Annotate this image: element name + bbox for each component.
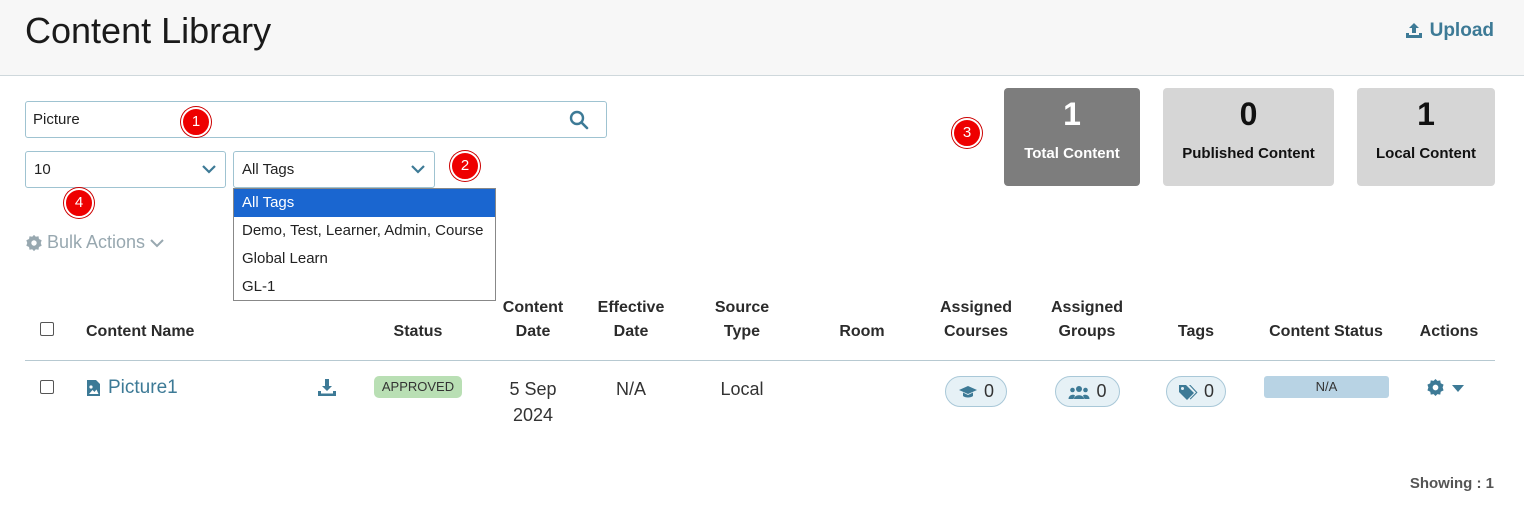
header-room[interactable]: Room	[822, 320, 902, 344]
header-content-status[interactable]: Content Status	[1256, 320, 1396, 344]
header-actions: Actions	[1419, 323, 1479, 340]
header-content-date-line1: Content	[502, 299, 564, 316]
header-effective-date-line2: Date	[613, 323, 649, 340]
search-icon[interactable]	[569, 110, 589, 130]
chevron-down-icon	[411, 165, 425, 174]
page-size-value: 10	[34, 161, 51, 178]
total-content-count: 1	[1063, 96, 1081, 132]
users-icon	[1068, 385, 1090, 399]
page-header: Content Library Upload	[0, 0, 1524, 76]
content-date-cell: 5 Sep 2024	[493, 376, 573, 428]
bulk-actions-button[interactable]: Bulk Actions	[25, 232, 169, 253]
content-name-text: Picture1	[108, 377, 178, 398]
upload-button[interactable]: Upload	[1404, 20, 1494, 42]
search-input[interactable]	[26, 102, 566, 137]
assigned-courses-count: 0	[983, 381, 994, 401]
caret-down-icon	[1452, 384, 1464, 392]
tags-count: 0	[1203, 381, 1214, 401]
tags-dropdown-list: All Tags Demo, Test, Learner, Admin, Cou…	[233, 188, 496, 301]
status-badge: APPROVED	[374, 376, 462, 398]
download-icon[interactable]	[317, 378, 337, 398]
assigned-groups-pill[interactable]: 0	[1055, 376, 1120, 407]
tags-option[interactable]: GL-1	[234, 273, 495, 301]
content-date-line1: 5 Sep	[509, 379, 557, 399]
header-assigned-groups-line2: Groups	[1058, 323, 1116, 340]
bulk-actions-label: Bulk Actions	[47, 232, 146, 252]
header-effective-date[interactable]: Effective Date	[586, 296, 676, 344]
total-content-label: Total Content	[1024, 145, 1120, 162]
source-type-cell: Local	[720, 379, 764, 399]
row-actions-menu[interactable]	[1426, 378, 1465, 397]
gear-icon	[26, 234, 42, 251]
chevron-down-icon	[150, 238, 164, 247]
header-assigned-courses-line1: Assigned	[939, 299, 1012, 316]
showing-count: Showing : 1	[1409, 475, 1494, 492]
local-content-count: 1	[1417, 96, 1435, 132]
assigned-groups-count: 0	[1096, 381, 1107, 401]
annotation-marker-2: 2	[450, 151, 480, 181]
tags-select-value: All Tags	[242, 161, 295, 178]
local-content-label: Local Content	[1376, 145, 1476, 162]
tags-option[interactable]: Global Learn	[234, 245, 495, 273]
published-content-label: Published Content	[1182, 145, 1315, 162]
tags-select[interactable]: All Tags	[233, 151, 435, 188]
local-content-card[interactable]: 1 Local Content	[1357, 88, 1495, 186]
tags-icon	[1178, 384, 1198, 400]
content-date-line2: 2024	[512, 405, 554, 425]
effective-date-cell: N/A	[615, 379, 646, 399]
table-header-divider	[25, 360, 1495, 361]
tags-option[interactable]: Demo, Test, Learner, Admin, Course	[234, 217, 495, 245]
tags-option[interactable]: All Tags	[234, 189, 495, 217]
published-content-card[interactable]: 0 Published Content	[1163, 88, 1334, 186]
header-effective-date-line1: Effective	[597, 299, 665, 316]
header-status[interactable]: Status	[378, 320, 458, 344]
assigned-courses-pill[interactable]: 0	[945, 376, 1007, 407]
select-all-checkbox[interactable]	[40, 322, 54, 336]
header-tags[interactable]: Tags	[1166, 320, 1226, 344]
header-source-type-line1: Source	[714, 299, 770, 316]
published-content-count: 0	[1239, 96, 1258, 132]
content-name-link[interactable]: Picture1	[86, 377, 178, 399]
chevron-down-icon	[202, 165, 216, 174]
page-size-select[interactable]: 10	[25, 151, 226, 188]
header-assigned-courses-line2: Courses	[943, 323, 1009, 340]
annotation-marker-3: 3	[952, 118, 982, 148]
upload-label: Upload	[1429, 20, 1494, 41]
header-content-name[interactable]: Content Name	[86, 320, 194, 344]
row-checkbox[interactable]	[40, 380, 54, 394]
header-content-date-line2: Date	[515, 323, 551, 340]
total-content-card[interactable]: 1 Total Content	[1004, 88, 1140, 186]
header-source-type-line2: Type	[723, 323, 761, 340]
header-source-type[interactable]: Source Type	[702, 296, 782, 344]
header-content-date[interactable]: Content Date	[493, 296, 573, 344]
gear-icon	[1427, 378, 1444, 397]
tags-pill[interactable]: 0	[1166, 376, 1226, 407]
image-file-icon	[87, 380, 100, 396]
annotation-marker-1: 1	[181, 107, 211, 137]
page-title: Content Library	[25, 10, 272, 51]
search-box	[25, 101, 607, 138]
header-assigned-courses[interactable]: Assigned Courses	[931, 296, 1021, 344]
upload-icon	[1405, 23, 1422, 38]
annotation-marker-4: 4	[64, 188, 94, 218]
header-assigned-groups[interactable]: Assigned Groups	[1042, 296, 1132, 344]
content-status-badge: N/A	[1264, 376, 1389, 398]
graduation-cap-icon	[958, 385, 977, 397]
header-assigned-groups-line1: Assigned	[1050, 299, 1123, 316]
